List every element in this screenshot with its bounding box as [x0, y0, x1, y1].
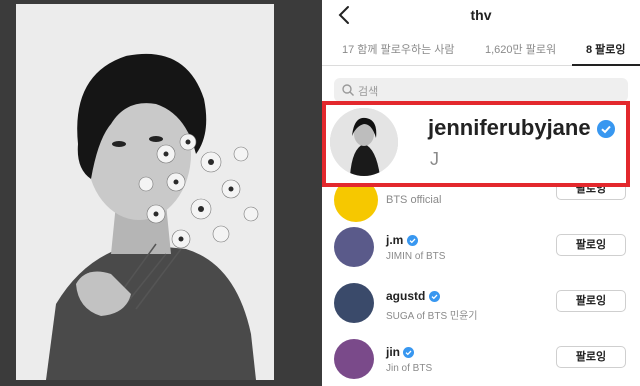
top-bar: thv — [322, 0, 640, 32]
tab-followers[interactable]: 1,620만 팔로워 — [485, 41, 556, 57]
following-button[interactable]: 팔로잉 — [556, 290, 626, 312]
profile-avatar — [330, 108, 398, 176]
tab-bar: 17 함께 팔로우하는 사람 1,620만 팔로워 8 팔로잉 — [322, 36, 640, 66]
username: j.m — [386, 233, 418, 247]
profile-avatar — [334, 227, 374, 267]
verified-badge-icon — [428, 291, 440, 303]
instagram-following-screen: thv 17 함께 팔로우하는 사람 1,620만 팔로워 8 팔로잉 검색 B… — [322, 0, 640, 386]
profile-photo — [330, 108, 398, 176]
list-item[interactable]: j.m JIMIN of BTS 팔로잉 — [322, 225, 640, 281]
page-title: thv — [470, 7, 492, 23]
full-name: Jin of BTS — [386, 363, 433, 374]
full-name: JIMIN of BTS — [386, 251, 446, 262]
search-icon — [342, 84, 354, 96]
username: jin — [386, 345, 415, 359]
search-input[interactable]: 검색 — [334, 78, 628, 102]
profile-avatar — [334, 283, 374, 323]
tab-mutual-followers[interactable]: 17 함께 팔로우하는 사람 — [342, 41, 454, 57]
full-name: SUGA of BTS 민윤기 — [386, 311, 478, 322]
list-item[interactable]: jin Jin of BTS 팔로잉 — [322, 337, 640, 386]
highlighted-account-row[interactable]: jenniferubyjane J — [322, 101, 630, 187]
portrait-photo — [16, 4, 274, 380]
list-item[interactable]: agustd SUGA of BTS 민윤기 팔로잉 — [322, 281, 640, 337]
following-button[interactable]: 팔로잉 — [556, 234, 626, 256]
username: jenniferubyjane — [428, 115, 615, 141]
username: agustd — [386, 289, 440, 303]
portrait-illustration — [16, 4, 274, 380]
verified-badge-icon — [596, 120, 615, 139]
full-name: J — [430, 149, 439, 169]
active-tab-indicator — [572, 64, 640, 66]
profile-avatar — [334, 339, 374, 379]
tab-following[interactable]: 8 팔로잉 — [586, 41, 626, 57]
photo-panel — [0, 0, 322, 386]
verified-badge-icon — [406, 235, 418, 247]
verified-badge-icon — [403, 347, 415, 359]
search-placeholder: 검색 — [358, 86, 379, 98]
following-button[interactable]: 팔로잉 — [556, 346, 626, 368]
full-name: BTS official — [386, 194, 442, 206]
